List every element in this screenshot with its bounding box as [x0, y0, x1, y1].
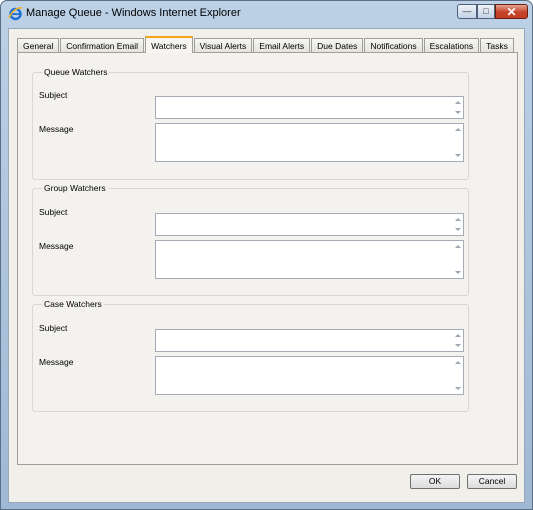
message-label: Message: [39, 241, 74, 251]
scrollbar[interactable]: [452, 125, 462, 160]
scroll-up-icon[interactable]: [455, 361, 461, 364]
tab-confirmation-email[interactable]: Confirmation Email: [60, 38, 145, 53]
subject-label: Subject: [39, 323, 68, 333]
scrollbar[interactable]: [452, 242, 462, 277]
group-subject-field[interactable]: [155, 213, 464, 236]
scroll-down-icon[interactable]: [455, 111, 461, 114]
case-subject-field[interactable]: [155, 329, 464, 352]
tab-due-dates[interactable]: Due Dates: [311, 38, 364, 53]
scroll-down-icon[interactable]: [455, 228, 461, 231]
close-button[interactable]: ✕: [495, 4, 528, 19]
close-icon: ✕: [506, 4, 517, 19]
tab-email-alerts[interactable]: Email Alerts: [253, 38, 311, 53]
minimize-icon: —: [462, 6, 472, 16]
case-watchers-group: Case Watchers Subject Message: [32, 299, 469, 412]
scrollbar[interactable]: [452, 98, 462, 117]
tab-general[interactable]: General: [17, 38, 60, 53]
group-title: Group Watchers: [42, 183, 108, 193]
tab-notifications[interactable]: Notifications: [364, 38, 423, 53]
group-message-field[interactable]: [155, 240, 464, 279]
scroll-down-icon[interactable]: [455, 271, 461, 274]
maximize-icon: □: [483, 6, 489, 16]
group-title: Queue Watchers: [42, 67, 110, 77]
scrollbar[interactable]: [452, 358, 462, 393]
tab-watchers[interactable]: Watchers: [145, 36, 193, 53]
watchers-panel: Queue Watchers Subject Message Group Wat…: [17, 52, 518, 465]
dialog-content: General Confirmation Email Watchers Visu…: [8, 28, 525, 503]
queue-watchers-group: Queue Watchers Subject Message: [32, 67, 469, 180]
ie-icon: [8, 7, 23, 21]
maximize-button[interactable]: □: [477, 4, 495, 19]
case-message-field[interactable]: [155, 356, 464, 395]
minimize-button[interactable]: —: [457, 4, 477, 19]
scrollbar[interactable]: [452, 331, 462, 350]
tab-tasks[interactable]: Tasks: [480, 38, 514, 53]
subject-label: Subject: [39, 90, 68, 100]
scroll-up-icon[interactable]: [455, 128, 461, 131]
scroll-up-icon[interactable]: [455, 334, 461, 337]
scrollbar[interactable]: [452, 215, 462, 234]
group-watchers-group: Group Watchers Subject Message: [32, 183, 469, 296]
scroll-down-icon[interactable]: [455, 154, 461, 157]
queue-subject-field[interactable]: [155, 96, 464, 119]
scroll-up-icon[interactable]: [455, 245, 461, 248]
title-bar[interactable]: Manage Queue - Windows Internet Explorer…: [1, 1, 532, 27]
tab-bar: General Confirmation Email Watchers Visu…: [17, 36, 515, 53]
browser-window: Manage Queue - Windows Internet Explorer…: [0, 0, 533, 510]
tab-escalations[interactable]: Escalations: [423, 38, 480, 53]
queue-message-field[interactable]: [155, 123, 464, 162]
scroll-down-icon[interactable]: [455, 387, 461, 390]
window-title: Manage Queue - Windows Internet Explorer: [26, 7, 241, 19]
subject-label: Subject: [39, 207, 68, 217]
scroll-down-icon[interactable]: [455, 344, 461, 347]
ok-button[interactable]: OK: [410, 474, 460, 489]
cancel-button[interactable]: Cancel: [467, 474, 517, 489]
scroll-up-icon[interactable]: [455, 101, 461, 104]
tab-visual-alerts[interactable]: Visual Alerts: [193, 38, 253, 53]
scroll-up-icon[interactable]: [455, 218, 461, 221]
group-title: Case Watchers: [42, 299, 104, 309]
message-label: Message: [39, 357, 74, 367]
message-label: Message: [39, 124, 74, 134]
